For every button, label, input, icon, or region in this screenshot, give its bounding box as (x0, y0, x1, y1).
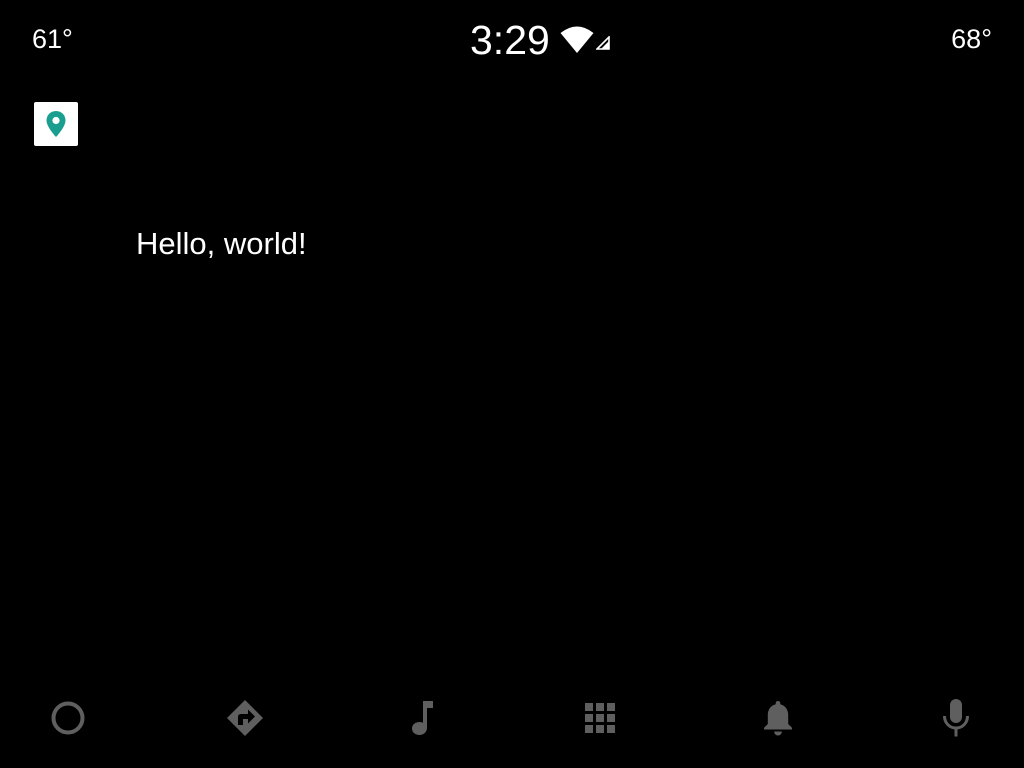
hello-message: Hello, world! (136, 226, 307, 261)
nav-home-button[interactable] (42, 692, 94, 744)
music-note-icon (412, 701, 433, 735)
nav-apps-button[interactable] (574, 692, 626, 744)
status-bar: 61° 3:29 68° (0, 0, 1024, 80)
inside-temperature: 68° (951, 24, 992, 54)
nav-notifications-button[interactable] (752, 692, 804, 744)
notification-bell-icon (764, 701, 792, 736)
cellular-signal-icon (595, 36, 610, 50)
outside-temperature: 61° (32, 24, 73, 54)
map-pin-icon (46, 111, 66, 137)
nav-voice-button[interactable] (930, 692, 982, 744)
microphone-icon (943, 699, 969, 737)
bottom-nav-bar (0, 668, 1024, 768)
nav-navigation-button[interactable] (219, 692, 271, 744)
home-circle-icon (51, 701, 85, 735)
maps-app-icon[interactable] (34, 102, 78, 146)
navigation-icon (227, 700, 263, 736)
clock: 3:29 (470, 17, 550, 63)
app-grid-icon (585, 703, 615, 733)
clock-group: 3:29 (470, 16, 610, 64)
wifi-icon (560, 26, 594, 53)
android-auto-screen: 61° 3:29 68° Hello, world! (0, 0, 1024, 768)
nav-media-button[interactable] (396, 692, 448, 744)
